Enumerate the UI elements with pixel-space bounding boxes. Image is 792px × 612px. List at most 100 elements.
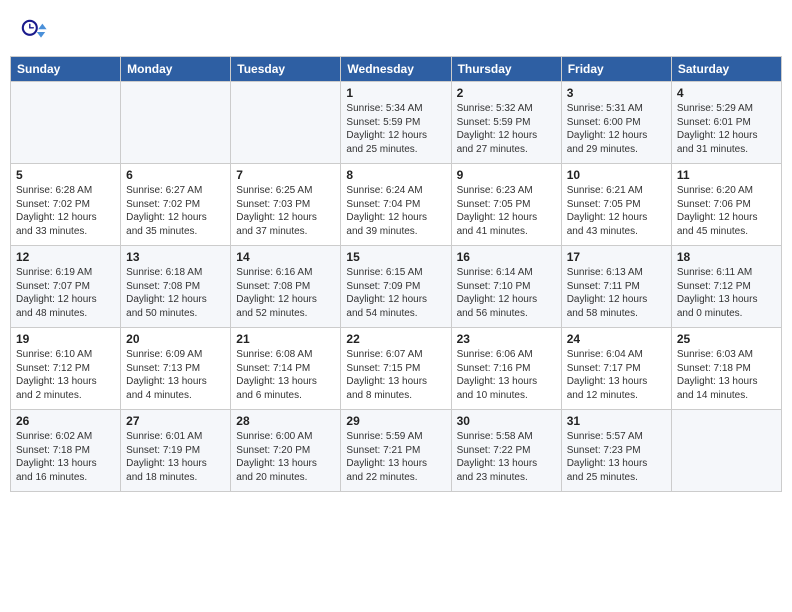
calendar-cell: 16Sunrise: 6:14 AMSunset: 7:10 PMDayligh… xyxy=(451,246,561,328)
day-number: 9 xyxy=(457,168,556,182)
day-info: and 43 minutes. xyxy=(567,225,666,239)
calendar-week-1: 1Sunrise: 5:34 AMSunset: 5:59 PMDaylight… xyxy=(11,82,782,164)
day-info: Sunrise: 5:29 AM xyxy=(677,102,776,116)
day-number: 15 xyxy=(346,250,445,264)
day-info: and 50 minutes. xyxy=(126,307,225,321)
day-info: and 20 minutes. xyxy=(236,471,335,485)
day-info: Sunset: 7:22 PM xyxy=(457,444,556,458)
day-info: and 56 minutes. xyxy=(457,307,556,321)
day-info: and 45 minutes. xyxy=(677,225,776,239)
day-info: Sunrise: 6:13 AM xyxy=(567,266,666,280)
day-number: 29 xyxy=(346,414,445,428)
day-info: Daylight: 12 hours xyxy=(457,129,556,143)
day-info: Sunset: 7:03 PM xyxy=(236,198,335,212)
day-info: Sunset: 7:14 PM xyxy=(236,362,335,376)
day-number: 27 xyxy=(126,414,225,428)
day-info: Daylight: 12 hours xyxy=(126,293,225,307)
calendar-cell xyxy=(231,82,341,164)
calendar-cell: 4Sunrise: 5:29 AMSunset: 6:01 PMDaylight… xyxy=(671,82,781,164)
header-friday: Friday xyxy=(561,57,671,82)
day-number: 10 xyxy=(567,168,666,182)
calendar-week-5: 26Sunrise: 6:02 AMSunset: 7:18 PMDayligh… xyxy=(11,410,782,492)
day-info: and 48 minutes. xyxy=(16,307,115,321)
day-info: Sunrise: 5:58 AM xyxy=(457,430,556,444)
day-info: Sunset: 7:13 PM xyxy=(126,362,225,376)
day-info: Sunrise: 6:20 AM xyxy=(677,184,776,198)
day-info: Sunrise: 6:00 AM xyxy=(236,430,335,444)
day-info: Sunrise: 6:02 AM xyxy=(16,430,115,444)
calendar-cell: 6Sunrise: 6:27 AMSunset: 7:02 PMDaylight… xyxy=(121,164,231,246)
day-info: Daylight: 12 hours xyxy=(126,211,225,225)
calendar-cell xyxy=(671,410,781,492)
day-info: Sunset: 6:00 PM xyxy=(567,116,666,130)
calendar-cell: 1Sunrise: 5:34 AMSunset: 5:59 PMDaylight… xyxy=(341,82,451,164)
day-info: Sunrise: 6:15 AM xyxy=(346,266,445,280)
day-info: and 12 minutes. xyxy=(567,389,666,403)
day-info: Sunset: 6:01 PM xyxy=(677,116,776,130)
logo-icon xyxy=(20,18,48,46)
day-info: and 10 minutes. xyxy=(457,389,556,403)
day-info: Sunrise: 6:07 AM xyxy=(346,348,445,362)
day-info: Sunset: 7:17 PM xyxy=(567,362,666,376)
day-info: Sunrise: 6:09 AM xyxy=(126,348,225,362)
day-info: and 0 minutes. xyxy=(677,307,776,321)
calendar-cell: 20Sunrise: 6:09 AMSunset: 7:13 PMDayligh… xyxy=(121,328,231,410)
day-info: and 25 minutes. xyxy=(346,143,445,157)
day-info: Sunset: 7:06 PM xyxy=(677,198,776,212)
day-info: and 58 minutes. xyxy=(567,307,666,321)
day-info: Daylight: 12 hours xyxy=(677,211,776,225)
day-info: Sunset: 7:15 PM xyxy=(346,362,445,376)
calendar-cell: 10Sunrise: 6:21 AMSunset: 7:05 PMDayligh… xyxy=(561,164,671,246)
day-info: Sunset: 5:59 PM xyxy=(346,116,445,130)
day-info: Sunset: 7:18 PM xyxy=(677,362,776,376)
calendar-cell: 9Sunrise: 6:23 AMSunset: 7:05 PMDaylight… xyxy=(451,164,561,246)
day-info: Sunrise: 6:10 AM xyxy=(16,348,115,362)
day-info: and 8 minutes. xyxy=(346,389,445,403)
calendar-cell: 22Sunrise: 6:07 AMSunset: 7:15 PMDayligh… xyxy=(341,328,451,410)
day-info: and 18 minutes. xyxy=(126,471,225,485)
day-number: 28 xyxy=(236,414,335,428)
day-info: Daylight: 12 hours xyxy=(346,293,445,307)
day-number: 5 xyxy=(16,168,115,182)
day-number: 12 xyxy=(16,250,115,264)
day-number: 13 xyxy=(126,250,225,264)
day-info: Daylight: 13 hours xyxy=(16,457,115,471)
day-number: 3 xyxy=(567,86,666,100)
day-info: Sunrise: 6:06 AM xyxy=(457,348,556,362)
day-info: and 16 minutes. xyxy=(16,471,115,485)
calendar-cell: 15Sunrise: 6:15 AMSunset: 7:09 PMDayligh… xyxy=(341,246,451,328)
day-number: 19 xyxy=(16,332,115,346)
day-info: Daylight: 13 hours xyxy=(16,375,115,389)
day-info: Daylight: 13 hours xyxy=(677,293,776,307)
day-info: Daylight: 12 hours xyxy=(346,129,445,143)
day-number: 1 xyxy=(346,86,445,100)
page-header xyxy=(10,10,782,50)
day-info: Sunrise: 6:18 AM xyxy=(126,266,225,280)
calendar-cell: 2Sunrise: 5:32 AMSunset: 5:59 PMDaylight… xyxy=(451,82,561,164)
day-info: Daylight: 12 hours xyxy=(567,129,666,143)
day-info: Daylight: 13 hours xyxy=(457,375,556,389)
day-info: Sunset: 7:16 PM xyxy=(457,362,556,376)
day-info: Sunset: 7:08 PM xyxy=(236,280,335,294)
day-info: and 39 minutes. xyxy=(346,225,445,239)
calendar-table: SundayMondayTuesdayWednesdayThursdayFrid… xyxy=(10,56,782,492)
calendar-cell: 17Sunrise: 6:13 AMSunset: 7:11 PMDayligh… xyxy=(561,246,671,328)
day-number: 22 xyxy=(346,332,445,346)
header-wednesday: Wednesday xyxy=(341,57,451,82)
calendar-cell: 30Sunrise: 5:58 AMSunset: 7:22 PMDayligh… xyxy=(451,410,561,492)
calendar-cell: 3Sunrise: 5:31 AMSunset: 6:00 PMDaylight… xyxy=(561,82,671,164)
day-info: and 27 minutes. xyxy=(457,143,556,157)
day-info: Daylight: 13 hours xyxy=(346,457,445,471)
calendar-cell: 25Sunrise: 6:03 AMSunset: 7:18 PMDayligh… xyxy=(671,328,781,410)
header-saturday: Saturday xyxy=(671,57,781,82)
day-info: and 31 minutes. xyxy=(677,143,776,157)
day-info: Sunrise: 6:19 AM xyxy=(16,266,115,280)
header-monday: Monday xyxy=(121,57,231,82)
day-info: and 33 minutes. xyxy=(16,225,115,239)
day-info: Daylight: 13 hours xyxy=(567,375,666,389)
calendar-cell: 18Sunrise: 6:11 AMSunset: 7:12 PMDayligh… xyxy=(671,246,781,328)
day-number: 16 xyxy=(457,250,556,264)
day-info: Daylight: 13 hours xyxy=(457,457,556,471)
day-info: and 29 minutes. xyxy=(567,143,666,157)
day-info: and 6 minutes. xyxy=(236,389,335,403)
